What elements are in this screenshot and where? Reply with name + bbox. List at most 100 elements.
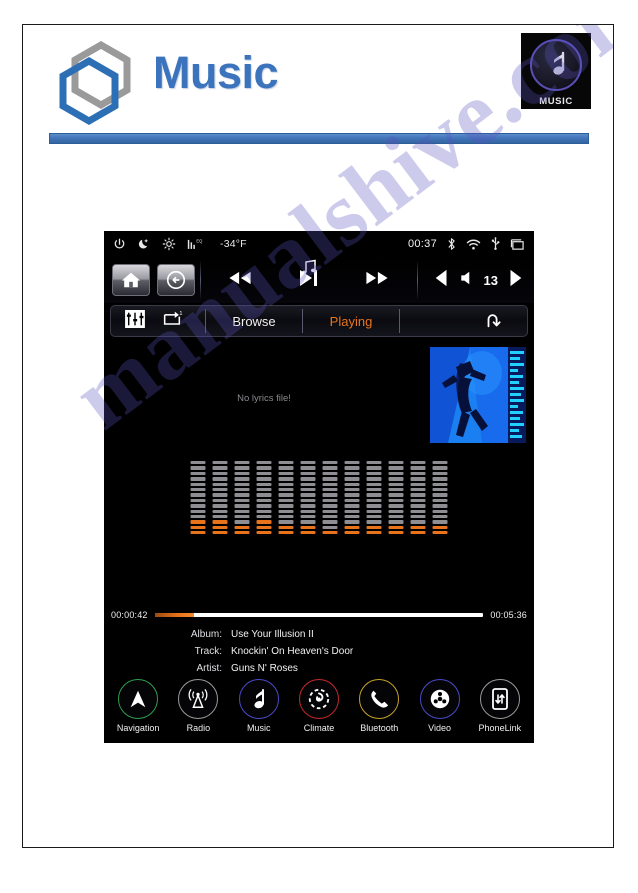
equalizer-segment [256, 520, 272, 524]
equalizer-segment [212, 461, 228, 465]
equalizer-segment [256, 461, 272, 465]
bluetooth-icon[interactable] [446, 237, 457, 251]
equalizer-segment [256, 514, 272, 519]
equalizer-segment [344, 482, 360, 486]
film-reel-icon[interactable] [419, 679, 460, 719]
equalizer-segment [388, 531, 404, 535]
equalizer-segment [300, 477, 316, 481]
phone-handset-icon[interactable] [359, 679, 400, 719]
power-icon[interactable] [113, 238, 126, 251]
equalizer-segment [322, 504, 338, 508]
equalizer-segment [278, 487, 294, 492]
brightness-icon[interactable] [162, 237, 176, 251]
equalizer-segment [366, 482, 382, 486]
equalizer-segment [234, 471, 250, 476]
tab-browse[interactable]: Browse [206, 314, 302, 329]
equalizer-segment [388, 466, 404, 470]
equalizer-segment [410, 487, 426, 492]
equalizer-segment [300, 471, 316, 476]
svg-text:1: 1 [179, 311, 182, 317]
equalizer-segment [278, 520, 294, 524]
equalizer-segment [212, 493, 228, 497]
wifi-icon[interactable] [466, 238, 481, 251]
next-track-icon[interactable] [362, 268, 392, 293]
dock-item-navigation[interactable]: Navigation [109, 679, 167, 733]
equalizer-segment [388, 493, 404, 497]
dock-item-music[interactable]: Music [230, 679, 288, 733]
equalizer-segment [322, 487, 338, 492]
tab-playing[interactable]: Playing [303, 314, 399, 329]
equalizer-segment [234, 466, 250, 470]
navigation-arrow-icon[interactable] [118, 679, 159, 719]
control-divider [200, 260, 201, 300]
eq-bars-icon[interactable]: EQ [187, 237, 205, 251]
equalizer-segment [234, 504, 250, 508]
volume-up-icon[interactable] [506, 268, 524, 293]
equalizer-segment [344, 461, 360, 465]
dock-item-label: Video [428, 723, 451, 733]
dock-item-radio[interactable]: Radio [169, 679, 227, 733]
status-bar: EQ -34°F 00:37 [104, 231, 534, 257]
equalizer-segment [190, 498, 206, 503]
equalizer-segment [410, 466, 426, 470]
equalizer-segment [410, 509, 426, 513]
dock-item-phonelink[interactable]: PhoneLink [471, 679, 529, 733]
equalizer-segment [432, 466, 448, 470]
lyrics-message: No lyrics file! [237, 393, 291, 404]
equalizer-segment [366, 493, 382, 497]
equalizer-segment [190, 509, 206, 513]
volume-down-icon[interactable] [433, 268, 451, 293]
climate-fan-icon[interactable] [298, 679, 339, 719]
previous-track-icon[interactable] [225, 268, 255, 293]
usb-icon[interactable] [490, 237, 501, 251]
equalizer-column [300, 461, 316, 535]
equalizer-segment [190, 487, 206, 492]
document-header: Music MUSIC [23, 25, 613, 144]
dock-item-video[interactable]: Video [411, 679, 469, 733]
equalizer-segment [366, 471, 382, 476]
equalizer-segment [432, 471, 448, 476]
equalizer-icon[interactable] [125, 309, 145, 333]
back-arrow-icon[interactable] [157, 264, 195, 296]
equalizer-segment [190, 482, 206, 486]
equalizer-segment [366, 461, 382, 465]
header-divider-bar [49, 133, 589, 144]
equalizer-segment [234, 487, 250, 492]
equalizer-segment [366, 531, 382, 535]
dock-item-climate[interactable]: Climate [290, 679, 348, 733]
equalizer-segment [366, 477, 382, 481]
equalizer-segment [190, 461, 206, 465]
return-arrow-icon[interactable] [459, 312, 527, 330]
equalizer-segment [190, 493, 206, 497]
equalizer-segment [212, 487, 228, 492]
dock-item-bluetooth[interactable]: Bluetooth [350, 679, 408, 733]
phone-link-icon[interactable] [479, 679, 520, 719]
seek-bar[interactable] [154, 613, 484, 617]
equalizer-segment [322, 525, 338, 530]
equalizer-segment [300, 520, 316, 524]
equalizer-segment [388, 504, 404, 508]
equalizer-segment [388, 471, 404, 476]
equalizer-column [366, 461, 382, 535]
equalizer-segment [278, 482, 294, 486]
equalizer-column [322, 461, 338, 535]
radio-tower-icon[interactable] [178, 679, 219, 719]
volume-divider [416, 260, 418, 300]
repeat-one-icon[interactable]: 1 [161, 309, 183, 333]
moon-icon[interactable] [137, 237, 151, 251]
equalizer-column [278, 461, 294, 535]
equalizer-segment [388, 525, 404, 530]
equalizer-segment [234, 461, 250, 465]
home-icon[interactable] [112, 264, 150, 296]
equalizer-segment [190, 514, 206, 519]
equalizer-segment [432, 498, 448, 503]
dock-item-label: Radio [186, 723, 211, 733]
equalizer-segment [278, 477, 294, 481]
music-note-icon[interactable] [238, 679, 279, 719]
equalizer-segment [432, 514, 448, 519]
equalizer-segment [212, 525, 228, 530]
window-icon[interactable] [510, 238, 525, 251]
equalizer-segment [410, 498, 426, 503]
brand-hexagon-logo [49, 37, 141, 129]
equalizer-segment [256, 498, 272, 503]
